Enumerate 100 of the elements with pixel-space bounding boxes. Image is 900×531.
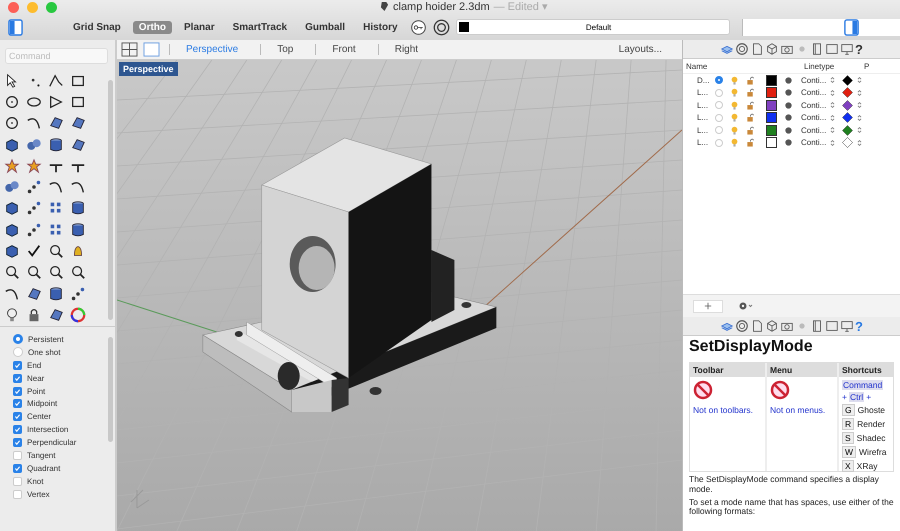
color-wheel-icon[interactable] — [70, 306, 86, 323]
magnifier-icon[interactable] — [70, 264, 86, 280]
dots-icon[interactable] — [70, 286, 86, 302]
layer-color-swatch[interactable] — [766, 124, 777, 136]
page-icon[interactable] — [750, 42, 764, 56]
four-viewports-icon[interactable] — [121, 42, 138, 57]
linetype-value[interactable]: Conti... — [801, 138, 826, 148]
curve-icon[interactable] — [48, 179, 64, 196]
dots-icon[interactable] — [26, 179, 42, 196]
checkbox[interactable] — [13, 438, 22, 448]
triangle-icon[interactable] — [48, 94, 64, 110]
page-icon[interactable] — [750, 319, 764, 333]
light-bulb-icon[interactable] — [4, 306, 20, 323]
layer-name[interactable]: D... — [697, 76, 711, 85]
circle-icon[interactable] — [4, 115, 20, 132]
checkbox[interactable] — [13, 425, 22, 434]
help-tab[interactable]: ? — [855, 42, 863, 56]
checkbox[interactable] — [13, 450, 22, 460]
viewport[interactable]: Perspective — [117, 60, 682, 531]
viewport-tab[interactable]: Right — [382, 44, 436, 55]
stepper-icon[interactable] — [857, 138, 862, 147]
snap-toggle[interactable]: Gumball — [299, 20, 352, 34]
layer-color-swatch[interactable] — [766, 137, 777, 148]
circle-icon[interactable] — [735, 319, 750, 333]
command-field[interactable]: Command — [5, 48, 108, 64]
settings-icon[interactable] — [738, 301, 754, 311]
cube-icon[interactable] — [4, 243, 20, 260]
current-layer-radio[interactable] — [715, 88, 723, 97]
radio-button[interactable] — [13, 347, 23, 358]
magnifier-icon[interactable] — [4, 264, 20, 280]
plus-icon[interactable] — [704, 302, 712, 310]
burst-icon[interactable] — [4, 158, 20, 174]
current-layer-field[interactable]: Default — [456, 19, 730, 35]
layer-color-swatch[interactable] — [766, 100, 777, 111]
help-tab[interactable]: ? — [855, 318, 863, 334]
print-color-diamond[interactable] — [842, 112, 854, 124]
layer-color-swatch[interactable] — [766, 74, 777, 86]
rectangle-icon[interactable] — [825, 319, 840, 333]
circle-icon[interactable] — [735, 42, 750, 56]
layer-color-swatch[interactable] — [766, 112, 777, 124]
scrollbar[interactable] — [108, 337, 113, 442]
layer-name[interactable]: L... — [697, 113, 711, 122]
print-color-diamond[interactable] — [842, 124, 854, 136]
cube-icon[interactable] — [765, 319, 780, 333]
monitor-icon[interactable] — [840, 319, 854, 333]
layer-name[interactable]: L... — [697, 126, 711, 135]
stepper-icon[interactable] — [830, 101, 836, 110]
target-icon[interactable] — [432, 18, 450, 36]
print-color-diamond[interactable] — [842, 87, 854, 98]
snap-toggle[interactable]: Planar — [178, 20, 221, 34]
current-layer-radio[interactable] — [715, 101, 723, 110]
single-viewport-icon[interactable] — [143, 42, 160, 57]
surface-icon[interactable] — [48, 306, 64, 323]
stepper-icon[interactable] — [857, 88, 862, 97]
close-button[interactable] — [8, 2, 19, 12]
layouts-button[interactable]: Layouts... — [612, 43, 668, 56]
checkbox[interactable] — [13, 476, 22, 486]
checkbox[interactable] — [13, 360, 22, 370]
magnifier-icon[interactable] — [26, 264, 42, 280]
viewport-tab[interactable]: Front — [320, 44, 374, 55]
checkbox[interactable] — [13, 412, 22, 422]
current-layer-radio[interactable] — [715, 114, 723, 122]
snap-toggle[interactable]: Grid Snap — [67, 20, 127, 34]
linetype-value[interactable]: Conti... — [801, 76, 826, 85]
layer-name[interactable]: L... — [697, 138, 711, 148]
linetype-value[interactable]: Conti... — [801, 100, 826, 110]
curve-icon[interactable] — [26, 115, 42, 132]
stepper-icon[interactable] — [857, 101, 862, 110]
add-layer-button[interactable] — [693, 300, 723, 312]
polyline-icon[interactable] — [48, 72, 64, 89]
surface-icon[interactable] — [70, 136, 86, 153]
cylinder-icon[interactable] — [48, 136, 64, 153]
spheres-icon[interactable] — [26, 136, 42, 153]
dots-icon[interactable] — [26, 222, 42, 238]
scrollbar[interactable] — [108, 80, 113, 320]
rectangle-icon[interactable] — [825, 42, 840, 56]
layer-name[interactable]: L... — [697, 88, 711, 98]
cylinder-icon[interactable] — [70, 222, 86, 238]
snap-toggle[interactable]: History — [357, 20, 404, 34]
check-icon[interactable] — [26, 243, 42, 260]
stepper-icon[interactable] — [857, 114, 862, 122]
print-color-diamond[interactable] — [842, 74, 854, 86]
print-color-diamond[interactable] — [842, 137, 854, 148]
stepper-icon[interactable] — [857, 76, 862, 84]
layer-name[interactable]: L... — [697, 100, 711, 110]
viewport-tab[interactable]: Perspective — [174, 44, 256, 55]
checkbox[interactable] — [13, 490, 22, 499]
stepper-icon[interactable] — [830, 126, 836, 134]
linetype-value[interactable]: Conti... — [801, 113, 826, 122]
viewport-tab[interactable]: Top — [265, 44, 312, 55]
checkbox[interactable] — [13, 374, 22, 383]
key-icon[interactable] — [410, 18, 427, 36]
magnifier-icon[interactable] — [48, 264, 64, 280]
monitor-icon[interactable] — [840, 42, 854, 56]
surface-icon[interactable] — [48, 115, 64, 132]
stepper-icon[interactable] — [830, 88, 836, 97]
cylinder-icon[interactable] — [48, 286, 64, 302]
current-layer-radio[interactable] — [715, 126, 723, 134]
curve-icon[interactable] — [70, 179, 86, 196]
checkbox[interactable] — [13, 464, 22, 473]
